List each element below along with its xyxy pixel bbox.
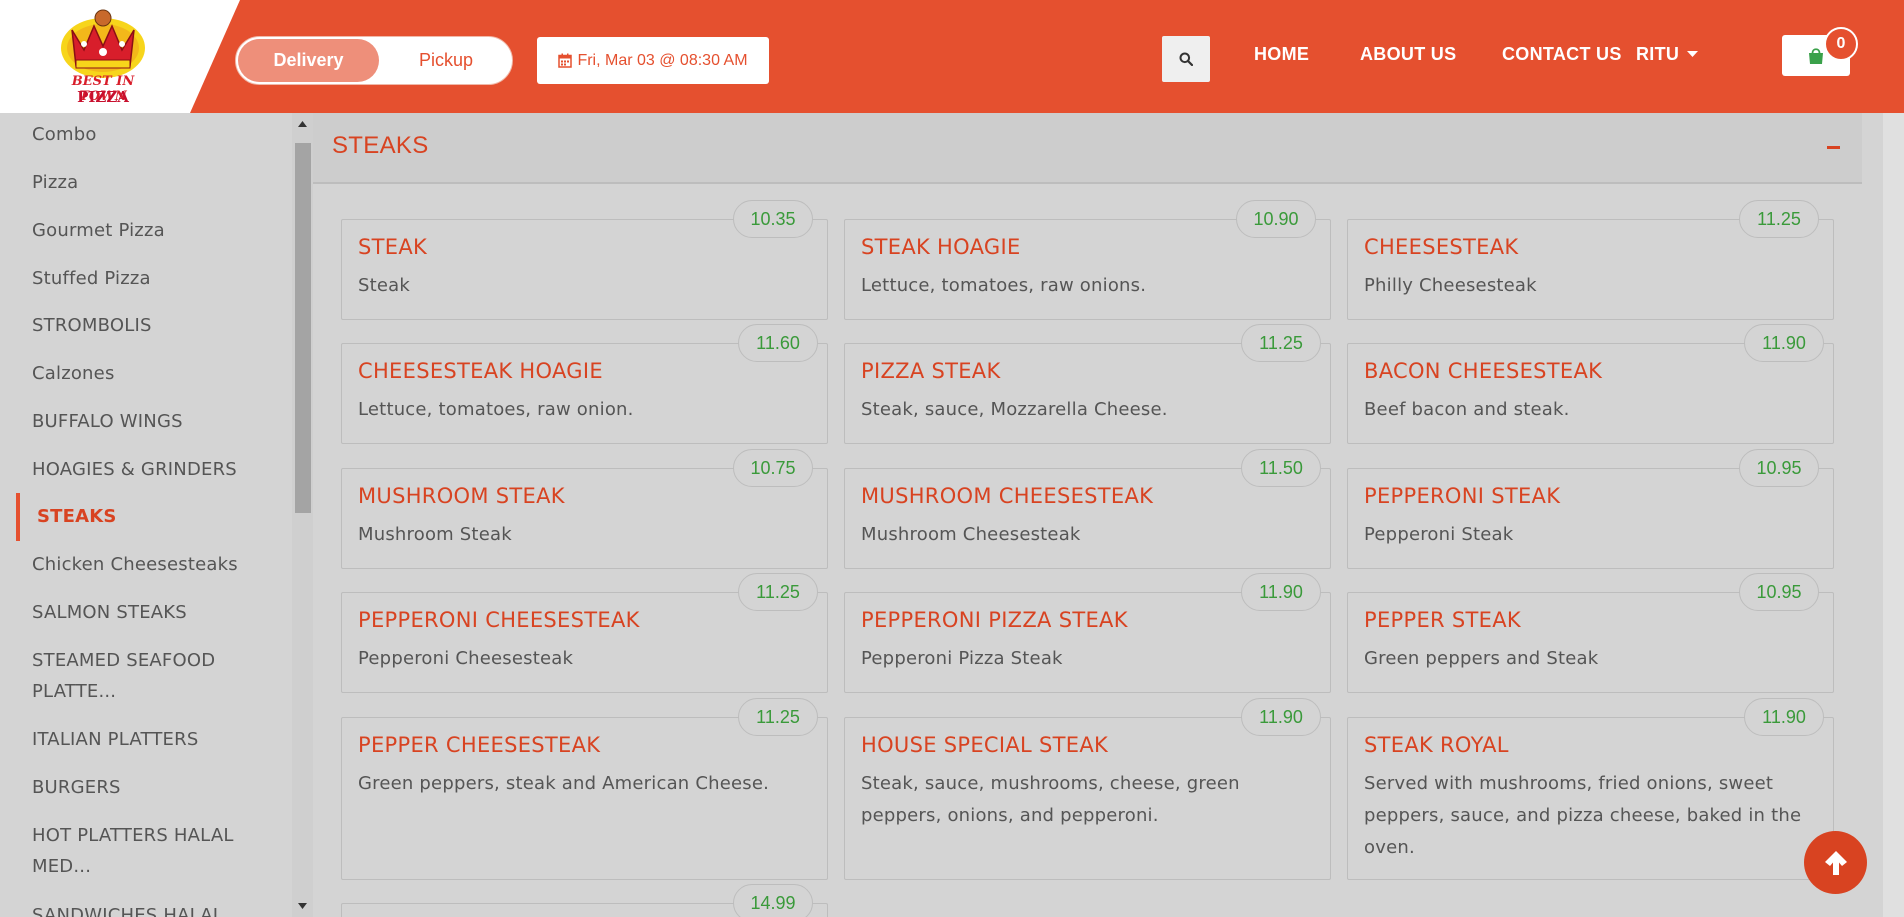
item-price-badge: 11.25 bbox=[738, 698, 818, 736]
scrollbar-thumb[interactable] bbox=[295, 143, 311, 513]
schedule-datetime-label: Fri, Mar 03 @ 08:30 AM bbox=[577, 51, 748, 69]
item-description: Steak, sauce, Mozzarella Cheese. bbox=[861, 399, 1168, 420]
item-description: Pepperoni Cheesesteak bbox=[358, 648, 574, 669]
menu-item-card[interactable]: STEAK ROYAL Served with mushrooms, fried… bbox=[1347, 717, 1834, 880]
sidebar-item-hoagies-grinders[interactable]: HOAGIES & GRINDERS bbox=[32, 454, 242, 485]
sidebar-scrollbar[interactable] bbox=[292, 113, 313, 917]
search-button[interactable] bbox=[1162, 36, 1210, 82]
sidebar-item-salmon-steaks[interactable]: SALMON STEAKS bbox=[32, 597, 242, 628]
delivery-option[interactable]: Delivery bbox=[238, 39, 379, 82]
nav-about-us[interactable]: ABOUT US bbox=[1360, 44, 1456, 65]
user-name-label: RITU bbox=[1636, 44, 1680, 64]
item-name: HOUSE SPECIAL STEAK bbox=[861, 733, 1109, 757]
item-name: PEPPERONI PIZZA STEAK bbox=[861, 608, 1128, 632]
sidebar-active-indicator bbox=[16, 493, 20, 541]
item-name: PEPPER CHEESESTEAK bbox=[358, 733, 601, 757]
item-description: Beef bacon and steak. bbox=[1364, 399, 1570, 420]
sidebar-item-chicken-cheesesteaks[interactable]: Chicken Cheesesteaks bbox=[32, 549, 242, 580]
sidebar-item-pizza[interactable]: Pizza bbox=[32, 167, 242, 198]
category-sidebar: Combo Pizza Gourmet Pizza Stuffed Pizza … bbox=[0, 113, 292, 917]
caret-down-icon bbox=[1687, 51, 1699, 57]
item-name: MUSHROOM STEAK bbox=[358, 484, 565, 508]
item-name: STEAK HOAGIE bbox=[861, 235, 1021, 259]
sidebar-item-steamed-seafood[interactable]: STEAMED SEAFOOD PLATTE... bbox=[32, 645, 242, 707]
item-description: Green peppers and Steak bbox=[1364, 648, 1599, 669]
item-price-badge: 11.50 bbox=[1241, 449, 1321, 487]
calendar-icon bbox=[558, 53, 573, 68]
sidebar-item-hot-platters-halal[interactable]: HOT PLATTERS HALAL MED... bbox=[32, 820, 242, 882]
item-name: STEAK ROYAL bbox=[1364, 733, 1509, 757]
shopping-bag-icon bbox=[1809, 47, 1823, 64]
scroll-up-arrow-icon[interactable] bbox=[292, 117, 313, 131]
menu-section-panel: STEAKS STEAK Steak 10.35 STEAK HOAGIE Le… bbox=[313, 113, 1862, 917]
sidebar-item-stuffed-pizza[interactable]: Stuffed Pizza bbox=[32, 263, 242, 294]
nav-contact-us[interactable]: CONTACT US bbox=[1502, 44, 1622, 65]
item-price-badge: 11.25 bbox=[1241, 324, 1321, 362]
item-price-badge: 10.95 bbox=[1739, 573, 1819, 611]
sidebar-item-strombolis[interactable]: STROMBOLIS bbox=[32, 310, 242, 341]
item-price-badge: 11.90 bbox=[1744, 324, 1824, 362]
logo-text-line2: PIZZA bbox=[77, 88, 129, 106]
order-type-toggle: Delivery Pickup bbox=[235, 36, 513, 85]
item-price-badge: 10.75 bbox=[733, 449, 813, 487]
crown-icon bbox=[61, 9, 145, 78]
collapse-minus-icon[interactable] bbox=[1827, 146, 1840, 149]
item-name: PEPPERONI STEAK bbox=[1364, 484, 1561, 508]
user-menu-dropdown[interactable]: RITU bbox=[1636, 44, 1699, 65]
item-price-badge: 11.25 bbox=[738, 573, 818, 611]
item-description: Pepperoni Steak bbox=[1364, 524, 1514, 545]
item-name: CHEESESTEAK bbox=[1364, 235, 1519, 259]
sidebar-item-calzones[interactable]: Calzones bbox=[32, 358, 242, 389]
cart-count-badge: 0 bbox=[1824, 27, 1858, 61]
item-price-badge: 11.25 bbox=[1739, 200, 1819, 238]
item-description: Steak, sauce, mushrooms, cheese, green p… bbox=[861, 773, 1240, 826]
item-price-badge: 10.35 bbox=[733, 200, 813, 238]
item-price-badge: 11.90 bbox=[1744, 698, 1824, 736]
scroll-to-top-button[interactable] bbox=[1804, 831, 1867, 894]
item-description: Pepperoni Pizza Steak bbox=[861, 648, 1063, 669]
item-description: Lettuce, tomatoes, raw onion. bbox=[358, 399, 634, 420]
item-name: PEPPERONI CHEESESTEAK bbox=[358, 608, 640, 632]
scroll-down-arrow-icon[interactable] bbox=[292, 899, 313, 913]
item-price-badge: 14.99 bbox=[733, 884, 813, 917]
item-description: Mushroom Cheesesteak bbox=[861, 524, 1081, 545]
item-price-badge: 11.90 bbox=[1241, 698, 1321, 736]
search-icon bbox=[1179, 52, 1193, 66]
item-name: STEAK bbox=[358, 235, 428, 259]
item-name: PIZZA STEAK bbox=[861, 359, 1001, 383]
sidebar-item-gourmet-pizza[interactable]: Gourmet Pizza bbox=[32, 215, 242, 246]
section-header[interactable]: STEAKS bbox=[313, 113, 1862, 184]
sidebar-item-sandwiches-halal[interactable]: SANDWICHES HALAL bbox=[32, 900, 242, 917]
menu-item-card[interactable]: HOUSE SPECIAL STEAK Steak, sauce, mushro… bbox=[844, 717, 1331, 880]
item-price-badge: 10.90 bbox=[1236, 200, 1316, 238]
item-name: MUSHROOM CHEESESTEAK bbox=[861, 484, 1154, 508]
item-description: Lettuce, tomatoes, raw onions. bbox=[861, 275, 1147, 296]
schedule-datetime-button[interactable]: Fri, Mar 03 @ 08:30 AM bbox=[537, 37, 769, 84]
sidebar-item-italian-platters[interactable]: ITALIAN PLATTERS bbox=[32, 724, 242, 755]
menu-item-card[interactable]: PEPPER CHEESESTEAK Green peppers, steak … bbox=[341, 717, 828, 880]
sidebar-item-combo[interactable]: Combo bbox=[32, 119, 242, 150]
brand-logo[interactable]: BEST IN TOWN PIZZA bbox=[54, 8, 152, 106]
sidebar-item-buffalo-wings[interactable]: BUFFALO WINGS bbox=[32, 406, 242, 437]
arrow-up-icon bbox=[1824, 850, 1847, 875]
item-description: Philly Cheesesteak bbox=[1364, 275, 1537, 296]
item-price-badge: 11.90 bbox=[1241, 573, 1321, 611]
item-description: Green peppers, steak and American Cheese… bbox=[358, 773, 770, 794]
item-price-badge: 10.95 bbox=[1739, 449, 1819, 487]
top-header: BEST IN TOWN PIZZA Delivery Pickup Fri, … bbox=[0, 0, 1904, 113]
item-name: PEPPER STEAK bbox=[1364, 608, 1521, 632]
page-scroll-gutter bbox=[1883, 113, 1904, 917]
item-price-badge: 11.60 bbox=[738, 324, 818, 362]
item-description: Steak bbox=[358, 275, 411, 296]
item-name: BACON CHEESESTEAK bbox=[1364, 359, 1603, 383]
nav-home[interactable]: HOME bbox=[1254, 44, 1309, 65]
sidebar-item-burgers[interactable]: BURGERS bbox=[32, 772, 242, 803]
item-description: Served with mushrooms, fried onions, swe… bbox=[1364, 773, 1802, 858]
item-description: Mushroom Steak bbox=[358, 524, 512, 545]
sidebar-item-steaks[interactable]: STEAKS bbox=[37, 501, 247, 532]
section-title: STEAKS bbox=[332, 132, 429, 159]
pickup-option[interactable]: Pickup bbox=[382, 39, 510, 82]
item-name: CHEESESTEAK HOAGIE bbox=[358, 359, 603, 383]
